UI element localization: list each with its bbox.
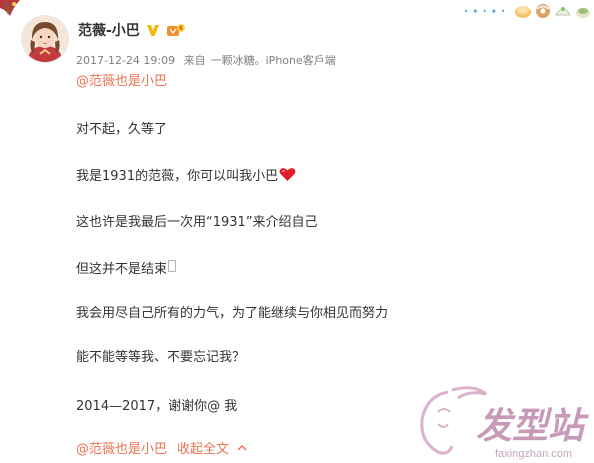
card-decoration: • ✦ • ✦ •	[464, 0, 592, 22]
post-text-line: 这也许是我最后一次用“1931”来介绍自己	[76, 215, 318, 230]
weibo-post-card: • ✦ • ✦ • 范薇-小巴 6 2017-12-24 19:09 来自 一颗…	[0, 0, 594, 463]
post-text-line: 对不起，久等了	[76, 122, 168, 137]
bread-icon	[515, 6, 531, 18]
post-text-line: 我会用尽自己所有的力气，为了能继续与你相见而努力	[76, 306, 389, 321]
decoration-text: • ✦ • ✦ •	[463, 6, 506, 16]
post-source[interactable]: 一颗冰糖。iPhone客戶端	[211, 54, 336, 67]
username-row: 范薇-小巴 6	[78, 20, 186, 40]
footer-mention-link[interactable]: @范薇也是小巴	[76, 438, 167, 457]
post-text-line: 我是1931的范薇，你可以叫我小巴	[76, 165, 296, 184]
collapse-button[interactable]: 收起全文	[177, 438, 229, 457]
source-prefix: 来自	[183, 54, 206, 67]
bun-icon	[576, 8, 590, 18]
username[interactable]: 范薇-小巴	[78, 20, 140, 40]
svg-text:6: 6	[179, 25, 183, 32]
watermark-url: faxingzhan.com	[495, 448, 573, 460]
post-text-line: 2014—2017，谢谢你@ 我	[76, 399, 238, 414]
corner-ornament-icon	[0, 0, 20, 16]
avatar-image	[22, 16, 68, 62]
heart-emoji-icon	[279, 168, 296, 181]
watermark-logo-text: 发型站	[476, 406, 589, 447]
dumpling-icon	[555, 7, 571, 16]
post-meta: 2017-12-24 19:09 来自 一颗冰糖。iPhone客戶端	[76, 52, 336, 68]
post-text: 但这并不是结束	[76, 262, 168, 277]
post-timestamp[interactable]: 2017-12-24 19:09	[76, 54, 175, 67]
post-text: 我是1931的范薇，你可以叫我小巴	[76, 169, 279, 184]
missing-glyph-icon	[168, 260, 177, 272]
member-badge-icon[interactable]: 6	[166, 23, 186, 37]
post-text-line: 但这并不是结束	[76, 258, 177, 277]
mention-link[interactable]: @范薇也是小巴	[76, 70, 167, 89]
avatar[interactable]	[22, 16, 68, 62]
post-footer: @范薇也是小巴 收起全文	[76, 438, 247, 457]
verified-badge-icon	[146, 25, 159, 36]
chevron-up-icon[interactable]	[237, 444, 247, 451]
post-text-line: 能不能等等我、不要忘记我？	[76, 350, 246, 365]
donut-icon	[536, 4, 550, 18]
